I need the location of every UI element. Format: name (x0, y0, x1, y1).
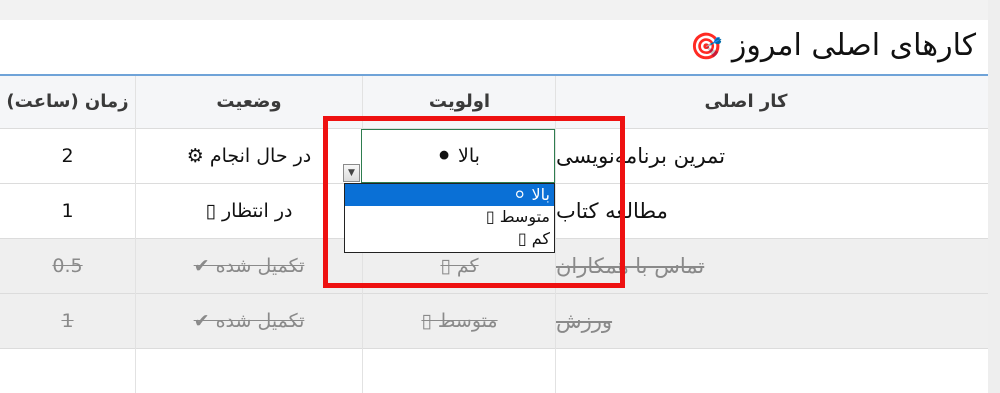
page-title-text: کارهای اصلی امروز (731, 28, 976, 63)
header-priority: اولویت (428, 91, 491, 112)
time-cell[interactable]: 1 (0, 184, 135, 238)
column-divider (135, 76, 136, 393)
header-status: وضعیت (216, 91, 282, 112)
table-row: ورزش متوسط ▯ تکمیل شده ✔ 1 (0, 294, 988, 349)
dropdown-option[interactable]: بالا ⚪ (345, 184, 554, 206)
dropdown-option[interactable]: کم ▯ (345, 228, 554, 250)
task-cell[interactable]: ورزش (556, 294, 988, 348)
table-header: کار اصلی اولویت وضعیت زمان (ساعت) (0, 76, 988, 129)
header-task: کار اصلی (704, 91, 788, 112)
header-time: زمان (ساعت) (6, 91, 129, 112)
chevron-down-icon: ▼ (348, 168, 355, 178)
page-title: کارهای اصلی امروز 🎯 (684, 28, 976, 63)
time-cell[interactable]: 2 (0, 129, 135, 183)
status-cell[interactable]: تکمیل شده ✔ (135, 294, 363, 348)
column-divider (555, 76, 556, 393)
target-icon: 🎯 (689, 32, 723, 62)
status-cell[interactable]: تکمیل شده ✔ (135, 239, 363, 293)
status-cell[interactable]: در حال انجام ⚙ (135, 129, 363, 183)
task-cell[interactable]: مطالعه کتاب (556, 184, 988, 238)
title-row: کارهای اصلی امروز 🎯 (0, 20, 988, 76)
priority-cell[interactable]: متوسط ▯ (363, 294, 556, 348)
scroll-edge (988, 0, 1000, 393)
time-cell[interactable]: 1 (0, 294, 135, 348)
priority-dropdown-list[interactable]: بالا ⚪ متوسط ▯ کم ▯ (344, 183, 555, 253)
dropdown-option[interactable]: متوسط ▯ (345, 206, 554, 228)
priority-cell-editor[interactable]: بالا ⚫ (361, 129, 555, 183)
time-cell[interactable]: 0.5 (0, 239, 135, 293)
status-cell[interactable]: در انتظار ▯ (135, 184, 363, 238)
dropdown-arrow-button[interactable]: ▼ (343, 164, 360, 182)
task-cell[interactable]: تماس با همکاران (556, 239, 988, 293)
task-cell[interactable]: تمرین برنامه‌نویسی (556, 129, 988, 183)
